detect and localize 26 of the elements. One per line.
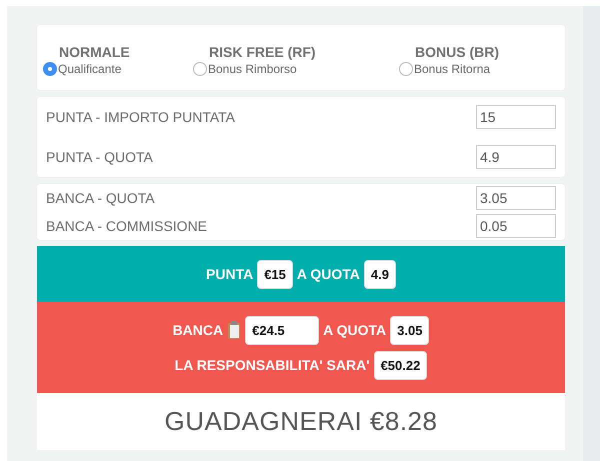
mode-title: RISK FREE (RF) bbox=[209, 44, 316, 60]
mode-radio[interactable]: Bonus Ritorna bbox=[399, 62, 490, 76]
mode-radio[interactable]: Bonus Rimborso bbox=[193, 62, 297, 76]
odds-value: 3.05 bbox=[390, 316, 430, 344]
input-field[interactable]: 4.9 bbox=[476, 145, 556, 169]
input-field[interactable]: 0.05 bbox=[476, 214, 556, 238]
profit-result: GUADAGNERAI €8.28 bbox=[37, 393, 565, 450]
stake-value: €24.5 bbox=[245, 316, 320, 344]
input-field[interactable]: 15 bbox=[476, 105, 556, 129]
mode-title: NORMALE bbox=[59, 44, 130, 60]
clipboard-icon[interactable] bbox=[227, 321, 242, 339]
summary-label: A QUOTA bbox=[323, 322, 386, 338]
mode-radio[interactable]: Qualificante bbox=[43, 62, 122, 76]
summary-label: PUNTA bbox=[206, 266, 254, 282]
summary-label: LA RESPONSABILITA' SARA' bbox=[174, 357, 370, 373]
field-label: PUNTA - QUOTA bbox=[46, 149, 153, 165]
odds-value: 4.9 bbox=[364, 260, 396, 288]
field-label: PUNTA - IMPORTO PUNTATA bbox=[46, 109, 236, 125]
summary-label: A QUOTA bbox=[296, 266, 360, 282]
summary-label: BANCA bbox=[172, 322, 224, 338]
mode-title: BONUS (BR) bbox=[415, 44, 499, 60]
input-field[interactable]: 3.05 bbox=[476, 186, 556, 210]
field-label: BANCA - QUOTA bbox=[46, 190, 155, 206]
field-label: BANCA - COMMISSIONE bbox=[46, 218, 208, 234]
stake-value: €15 bbox=[257, 260, 293, 288]
liability-value: €50.22 bbox=[374, 350, 428, 380]
